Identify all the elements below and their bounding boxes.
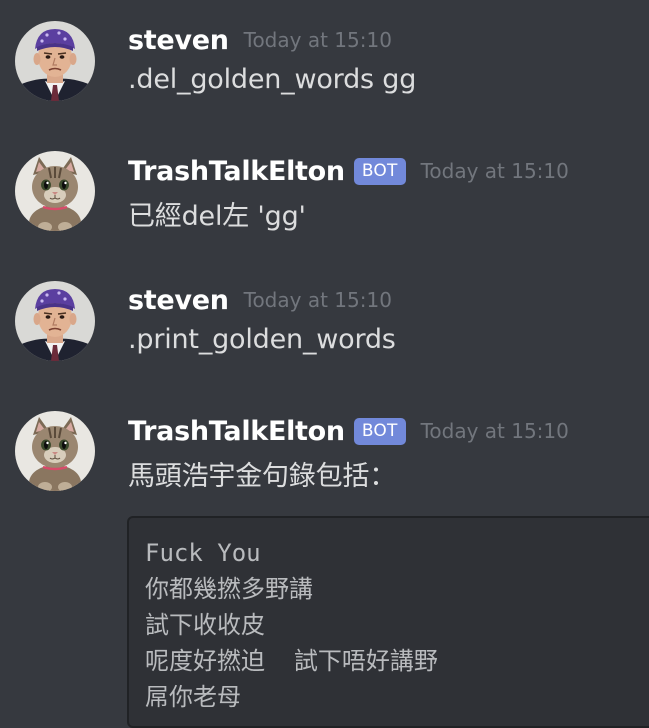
message-3: steven Today at 15:10 .print_golden_word… [0,260,649,390]
message-header: TrashTalkElton BOT Today at 15:10 [128,151,569,191]
timestamp[interactable]: Today at 15:10 [244,28,392,52]
message-text: .del_golden_words gg [128,64,417,95]
timestamp[interactable]: Today at 15:10 [421,159,569,183]
code-line: Fuck You [145,539,261,567]
cat-avatar-icon[interactable] [15,411,95,491]
message-header: TrashTalkElton BOT Today at 15:10 [128,411,569,451]
steven-avatar-icon[interactable] [15,281,95,361]
steven-avatar-icon[interactable] [15,21,95,101]
timestamp[interactable]: Today at 15:10 [421,419,569,443]
message-text: 馬頭浩宇金句錄包括： [128,461,396,492]
message-1: steven Today at 15:10 .del_golden_words … [0,0,649,130]
username[interactable]: steven [128,285,229,316]
code-line: 呢度好撚迫 試下唔好講野 [145,647,438,675]
username[interactable]: TrashTalkElton [128,156,345,187]
code-line: 試下收收皮 [145,611,265,639]
bot-badge: BOT [353,417,406,445]
code-line: 你都幾撚多野講 [145,575,313,603]
timestamp[interactable]: Today at 15:10 [244,288,392,312]
username[interactable]: TrashTalkElton [128,416,345,447]
message-header: steven Today at 15:10 [128,20,392,60]
code-line: 屌你老母 [145,683,241,711]
cat-avatar-icon[interactable] [15,151,95,231]
bot-badge: BOT [353,157,406,185]
message-text: .print_golden_words [128,324,396,355]
message-text: 已經del左 'gg' [128,201,306,232]
code-block[interactable]: Fuck You 你都幾撚多野講 試下收收皮 呢度好撚迫 試下唔好講野 屌你老母 [127,516,649,728]
message-header: steven Today at 15:10 [128,280,392,320]
username[interactable]: steven [128,25,229,56]
message-2: TrashTalkElton BOT Today at 15:10 已經del左… [0,130,649,260]
